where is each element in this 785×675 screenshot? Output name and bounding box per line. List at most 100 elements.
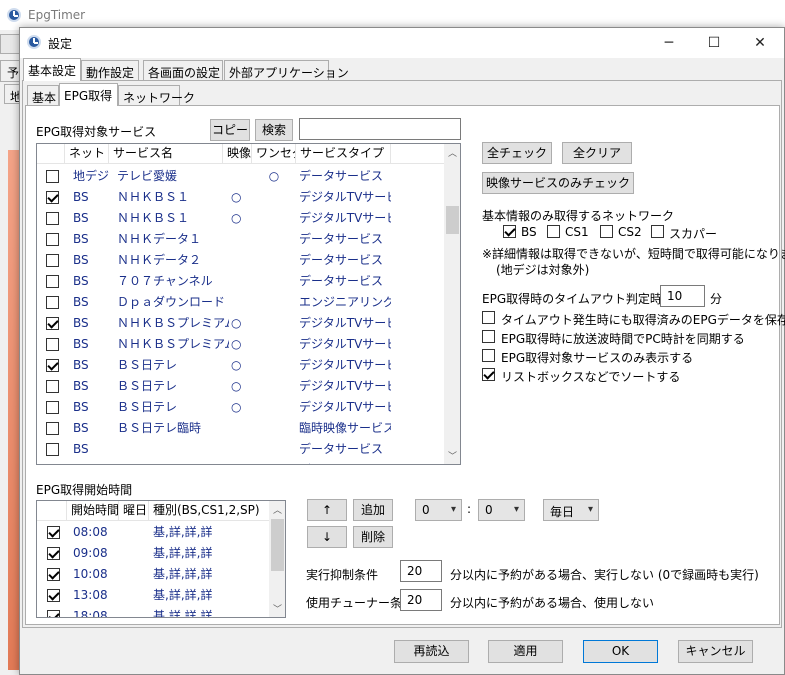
scroll-thumb[interactable] <box>446 206 459 234</box>
service-row-checkbox[interactable] <box>46 317 59 330</box>
service-row-checkbox[interactable] <box>46 233 59 246</box>
check-all-button[interactable]: 全チェック <box>482 142 552 164</box>
network-checkbox-bs[interactable] <box>503 225 516 238</box>
tab-external-apps[interactable]: 外部アプリケーション <box>224 60 349 81</box>
time-list-scrollbar[interactable]: ︿ ﹀ <box>269 501 285 617</box>
maximize-button[interactable]: ☐ <box>703 32 725 54</box>
service-row-checkbox[interactable] <box>46 212 59 225</box>
service-row-checkbox[interactable] <box>46 254 59 267</box>
service-row[interactable]: BS Ｄｐａダウンロード エンジニアリングサー <box>37 292 444 313</box>
service-row[interactable]: BS ＢＳ日テレ ○ デジタルTVサービス <box>37 355 444 376</box>
service-row-checkbox[interactable] <box>46 170 59 183</box>
network-checkbox-スカパー[interactable] <box>651 225 664 238</box>
time-scroll-down-icon[interactable]: ﹀ <box>269 602 285 615</box>
add-time-button[interactable]: 追加 <box>353 499 393 521</box>
service-row[interactable]: 地デジ テレビ愛媛 ○ データサービス <box>37 166 444 187</box>
main-tab-reserve[interactable]: 予 <box>0 60 20 82</box>
network-checkbox-cs1[interactable] <box>547 225 560 238</box>
service-row-checkbox[interactable] <box>46 275 59 288</box>
service-row-checkbox[interactable] <box>46 422 59 435</box>
header-service-name[interactable]: サービス名 <box>109 144 223 164</box>
service-row[interactable]: BS ＮＨＫＢＳ１ ○ デジタルTVサービス <box>37 187 444 208</box>
service-row[interactable]: BS ＢＳ日テレ ○ デジタルTVサービス <box>37 376 444 397</box>
option-checkbox[interactable] <box>482 349 495 362</box>
tab-behavior-settings[interactable]: 動作設定 <box>81 60 139 81</box>
settings-dialog: 設定 ─ ☐ ✕ 基本設定 動作設定 各画面の設定 外部アプリケーション 基本 … <box>19 27 785 675</box>
time-scroll-up-icon[interactable]: ︿ <box>269 503 285 516</box>
move-up-button[interactable]: ↑ <box>307 499 347 521</box>
search-input[interactable] <box>299 118 461 140</box>
scroll-up-icon[interactable]: ︿ <box>444 146 460 159</box>
service-row[interactable]: BS ＮＨＫＢＳ１ ○ デジタルTVサービス <box>37 208 444 229</box>
option-checkbox[interactable] <box>482 368 495 381</box>
subtab-epg[interactable]: EPG取得 <box>59 83 118 106</box>
time-row[interactable]: 13:08 基,詳,詳,詳 <box>37 585 269 606</box>
scroll-down-icon[interactable]: ﹀ <box>444 449 460 462</box>
service-row-checkbox[interactable] <box>46 401 59 414</box>
service-row-checkbox[interactable] <box>46 191 59 204</box>
service-row[interactable]: BS ＮＨＫデータ２ データサービス <box>37 250 444 271</box>
suppress-input[interactable]: 20 <box>400 560 442 582</box>
service-row[interactable]: BS ＮＨＫデータ１ データサービス <box>37 229 444 250</box>
time-row-checkbox[interactable] <box>47 526 60 539</box>
service-row[interactable]: BS ＢＳ日テレ臨時 臨時映像サービス <box>37 418 444 439</box>
search-button[interactable]: 検索 <box>255 119 293 141</box>
time-row[interactable]: 18:08 基,詳,詳,詳 <box>37 606 269 617</box>
service-row[interactable]: BS データサービス <box>37 439 444 460</box>
delete-time-button[interactable]: 削除 <box>353 526 393 548</box>
minute-select[interactable]: 0 ▾ <box>478 499 525 521</box>
time-row-checkbox[interactable] <box>47 589 60 602</box>
close-button[interactable]: ✕ <box>749 32 771 54</box>
minimize-button[interactable]: ─ <box>658 32 680 54</box>
time-row[interactable]: 10:08 基,詳,詳,詳 <box>37 564 269 585</box>
service-row[interactable]: データサービス <box>37 460 444 465</box>
time-row[interactable]: 08:08 基,詳,詳,詳 <box>37 522 269 543</box>
tab-basic-settings[interactable]: 基本設定 <box>23 58 81 81</box>
tuner-input[interactable]: 20 <box>400 589 442 611</box>
header-service-type[interactable]: サービスタイプ <box>296 144 391 164</box>
service-row-checkbox[interactable] <box>46 464 59 465</box>
main-toolbar-button[interactable] <box>0 34 20 54</box>
service-list-scrollbar[interactable]: ︿ ﹀ <box>444 144 460 464</box>
reload-button[interactable]: 再読込 <box>394 640 469 663</box>
move-down-button[interactable]: ↓ <box>307 526 347 548</box>
service-row[interactable]: BS ＮＨＫＢＳプレミアム○ デジタルTVサービス <box>37 313 444 334</box>
network-checkbox-cs2[interactable] <box>600 225 613 238</box>
tab-screen-settings[interactable]: 各画面の設定 <box>143 60 223 81</box>
time-scroll-thumb[interactable] <box>271 519 284 571</box>
hour-select[interactable]: 0 ▾ <box>415 499 462 521</box>
main-subtab[interactable]: 地 <box>4 84 22 104</box>
time-row-checkbox[interactable] <box>47 547 60 560</box>
day-select[interactable]: 毎日 ▾ <box>543 499 599 521</box>
option-checkbox[interactable] <box>482 330 495 343</box>
start-time-list[interactable]: 開始時間 曜日 種別(BS,CS1,2,SP) 08:08 基,詳,詳,詳 09:0… <box>36 500 286 618</box>
video-only-check-button[interactable]: 映像サービスのみチェック <box>482 172 634 194</box>
header-oneseg[interactable]: ワンセグ <box>252 144 296 164</box>
service-row-checkbox[interactable] <box>46 380 59 393</box>
header-net[interactable]: ネット <box>65 144 109 164</box>
cancel-button[interactable]: キャンセル <box>678 640 753 663</box>
option-checkbox[interactable] <box>482 311 495 324</box>
header-video[interactable]: 映像 <box>223 144 252 164</box>
service-row-checkbox[interactable] <box>46 338 59 351</box>
service-row-checkbox[interactable] <box>46 443 59 456</box>
service-row-checkbox[interactable] <box>46 296 59 309</box>
ok-button[interactable]: OK <box>583 640 658 663</box>
service-row[interactable]: BS ＮＨＫＢＳプレミアム○ デジタルTVサービス <box>37 334 444 355</box>
header-kind[interactable]: 種別(BS,CS1,2,SP) <box>149 501 269 521</box>
service-row-checkbox[interactable] <box>46 359 59 372</box>
time-row-checkbox[interactable] <box>47 568 60 581</box>
time-row[interactable]: 09:08 基,詳,詳,詳 <box>37 543 269 564</box>
header-start-time[interactable]: 開始時間 <box>67 501 119 521</box>
subtab-network[interactable]: ネットワーク <box>118 85 195 106</box>
service-list[interactable]: ネット サービス名 映像 ワンセグ サービスタイプ 地デジテレビ愛媛 ○ データサー… <box>36 143 461 465</box>
copy-button[interactable]: コピー <box>210 119 250 141</box>
timeout-input[interactable]: 10 <box>660 285 705 307</box>
time-row-checkbox[interactable] <box>47 610 60 617</box>
subtab-basic[interactable]: 基本 <box>27 85 59 106</box>
service-row[interactable]: BS ７０７チャンネル データサービス <box>37 271 444 292</box>
apply-button[interactable]: 適用 <box>488 640 563 663</box>
service-row[interactable]: BS ＢＳ日テレ ○ デジタルTVサービス <box>37 397 444 418</box>
clear-all-button[interactable]: 全クリア <box>562 142 632 164</box>
header-day[interactable]: 曜日 <box>119 501 149 521</box>
